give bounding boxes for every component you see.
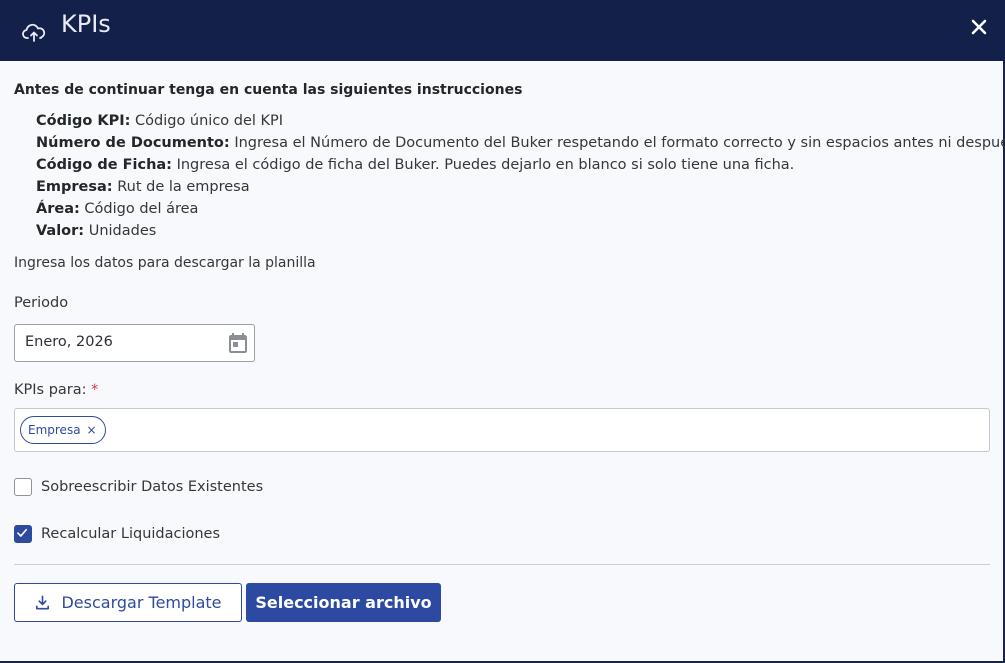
checkmark-icon	[17, 528, 28, 537]
download-icon	[36, 595, 50, 610]
periodo-value: Enero, 2026	[25, 334, 113, 350]
required-mark: *	[91, 382, 99, 398]
modal-header: KPIs	[0, 0, 1005, 61]
kpis-modal: KPIs Antes de continuar tenga en cuenta …	[0, 0, 1005, 663]
instruction-area: Área: Código del área	[36, 201, 199, 217]
cloud-upload-icon	[22, 23, 46, 42]
chip-remove-icon[interactable]: ×	[87, 424, 97, 436]
instruction-numero-documento: Número de Documento: Ingresa el Número d…	[36, 135, 1005, 151]
recalcular-checkbox[interactable]	[14, 525, 32, 543]
divider	[14, 564, 990, 565]
periodo-label: Periodo	[14, 295, 69, 311]
instruction-codigo-kpi: Código KPI: Código único del KPI	[36, 113, 284, 129]
sobreescribir-label[interactable]: Sobreescribir Datos Existentes	[41, 479, 263, 495]
instruction-valor: Valor: Unidades	[36, 223, 157, 239]
instruction-empresa: Empresa: Rut de la empresa	[36, 179, 250, 195]
download-subtitle: Ingresa los datos para descargar la plan…	[14, 255, 316, 271]
instruction-codigo-ficha: Código de Ficha: Ingresa el código de fi…	[36, 157, 795, 173]
chip-label: Empresa	[28, 423, 81, 437]
download-template-label: Descargar Template	[61, 593, 222, 612]
kpis-para-multiselect[interactable]: Empresa ×	[14, 408, 990, 452]
select-file-button[interactable]: Seleccionar archivo	[246, 583, 441, 622]
chip-empresa: Empresa ×	[20, 416, 106, 444]
close-icon[interactable]	[966, 14, 992, 40]
download-template-button[interactable]: Descargar Template	[14, 583, 242, 622]
instructions-heading: Antes de continuar tenga en cuenta las s…	[14, 82, 523, 98]
sobreescribir-checkbox[interactable]	[14, 478, 32, 496]
recalcular-label[interactable]: Recalcular Liquidaciones	[41, 526, 220, 542]
kpis-para-label: KPIs para: *	[14, 382, 99, 398]
calendar-icon[interactable]	[226, 331, 250, 355]
modal-title: KPIs	[61, 10, 111, 38]
periodo-date-input[interactable]: Enero, 2026	[14, 324, 255, 362]
